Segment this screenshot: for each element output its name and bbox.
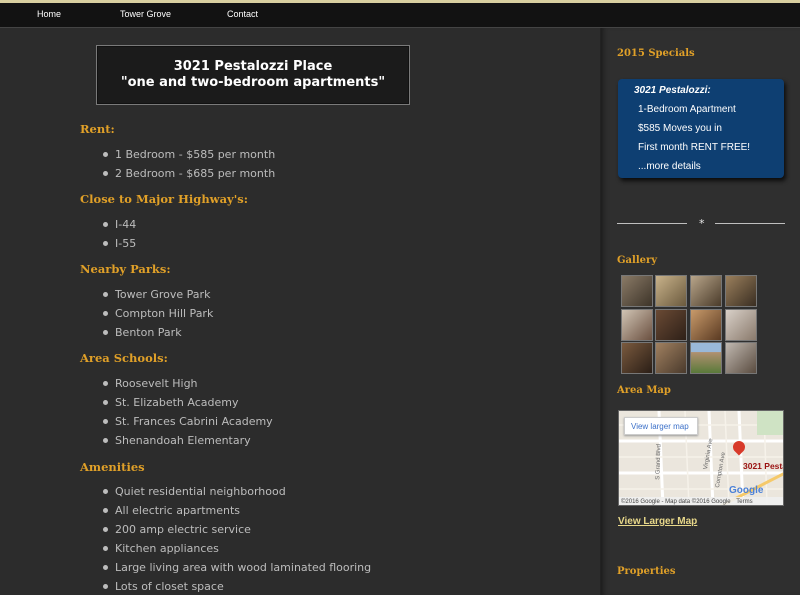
map-street-label: S Grand Blvd bbox=[655, 444, 663, 480]
view-larger-map-link[interactable]: View Larger Map bbox=[618, 516, 697, 527]
nav-contact-link[interactable]: Contact bbox=[227, 9, 258, 19]
bullet-icon bbox=[103, 545, 108, 551]
section-title-highways: Close to Major Highway's: bbox=[80, 192, 248, 206]
list-item: 1 Bedroom - $585 per month bbox=[103, 148, 275, 161]
specials-heading: 3021 Pestalozzi: bbox=[634, 85, 711, 96]
bullet-icon bbox=[103, 418, 108, 424]
divider bbox=[617, 223, 687, 224]
list-item: I-55 bbox=[103, 237, 136, 250]
bullet-icon bbox=[103, 221, 108, 227]
gallery-thumbnail[interactable] bbox=[621, 309, 653, 341]
sidebar: 2015 Specials 3021 Pestalozzi: 1-Bedroom… bbox=[600, 28, 800, 595]
bullet-icon bbox=[103, 170, 108, 176]
map-footer: ©2016 Google - Map data ©2016 Google Ter… bbox=[619, 497, 783, 505]
section-title-schools: Area Schools: bbox=[80, 351, 168, 365]
section-title-parks: Nearby Parks: bbox=[80, 262, 171, 276]
bullet-icon bbox=[103, 240, 108, 246]
list-item: 2 Bedroom - $685 per month bbox=[103, 167, 275, 180]
bullet-icon bbox=[103, 329, 108, 335]
page-subtitle: "one and two-bedroom apartments" bbox=[120, 75, 386, 90]
divider-star-icon: * bbox=[699, 217, 705, 230]
gallery-thumbnail[interactable] bbox=[690, 275, 722, 307]
main-content: 3021 Pestalozzi Place "one and two-bedro… bbox=[0, 28, 600, 595]
gallery-thumbnail[interactable] bbox=[621, 342, 653, 374]
bullet-icon bbox=[103, 380, 108, 386]
bullet-icon bbox=[103, 526, 108, 532]
divider bbox=[715, 223, 785, 224]
specials-line-1: 1-Bedroom Apartment bbox=[638, 104, 736, 115]
bullet-icon bbox=[103, 564, 108, 570]
list-item: I-44 bbox=[103, 218, 136, 231]
list-item: Large living area with wood laminated fl… bbox=[103, 561, 371, 574]
properties-title: Properties bbox=[617, 566, 676, 577]
bullet-icon bbox=[103, 437, 108, 443]
top-nav-bar: Home Tower Grove Contact bbox=[0, 0, 800, 28]
gallery-thumbnail[interactable] bbox=[725, 275, 757, 307]
nav-home-link[interactable]: Home bbox=[37, 9, 61, 19]
page-title: 3021 Pestalozzi Place bbox=[173, 59, 333, 74]
gallery-thumbnail[interactable] bbox=[725, 309, 757, 341]
list-item: Quiet residential neighborhood bbox=[103, 485, 286, 498]
bullet-icon bbox=[103, 399, 108, 405]
gallery-thumbnail[interactable] bbox=[655, 309, 687, 341]
list-item: Benton Park bbox=[103, 326, 182, 339]
specials-line-2: $585 Moves you in bbox=[638, 123, 722, 134]
bullet-icon bbox=[103, 507, 108, 513]
area-map[interactable]: View larger map 3021 Pestal S Grand Blvd… bbox=[618, 410, 784, 506]
list-item: Tower Grove Park bbox=[103, 288, 210, 301]
list-item: Lots of closet space bbox=[103, 580, 224, 593]
area-map-title: Area Map bbox=[617, 385, 671, 396]
specials-title: 2015 Specials bbox=[617, 48, 695, 59]
section-title-amenities: Amenities bbox=[80, 460, 145, 474]
list-item: Roosevelt High bbox=[103, 377, 198, 390]
gallery-title: Gallery bbox=[617, 255, 658, 266]
view-larger-map-button[interactable]: View larger map bbox=[624, 417, 698, 435]
section-title-rent: Rent: bbox=[80, 122, 115, 136]
list-item: All electric apartments bbox=[103, 504, 240, 517]
list-item: St. Frances Cabrini Academy bbox=[103, 415, 273, 428]
nav-tower-grove-link[interactable]: Tower Grove bbox=[120, 9, 171, 19]
google-logo: Google bbox=[729, 485, 764, 496]
list-item: Shenandoah Elementary bbox=[103, 434, 251, 447]
list-item: St. Elizabeth Academy bbox=[103, 396, 239, 409]
gallery-thumbnail[interactable] bbox=[655, 275, 687, 307]
bullet-icon bbox=[103, 583, 108, 589]
map-terms-link[interactable]: Terms bbox=[736, 499, 752, 505]
bullet-icon bbox=[103, 310, 108, 316]
map-pin-label: 3021 Pestal bbox=[743, 461, 783, 471]
list-item: Kitchen appliances bbox=[103, 542, 219, 555]
gallery-thumbnail[interactable] bbox=[690, 342, 722, 374]
gallery-thumbnail[interactable] bbox=[621, 275, 653, 307]
gallery-thumbnail[interactable] bbox=[725, 342, 757, 374]
bullet-icon bbox=[103, 291, 108, 297]
bullet-icon bbox=[103, 151, 108, 157]
bullet-icon bbox=[103, 488, 108, 494]
list-item: 200 amp electric service bbox=[103, 523, 251, 536]
specials-line-3: First month RENT FREE! bbox=[638, 142, 751, 153]
gallery-thumbnail[interactable] bbox=[690, 309, 722, 341]
specials-more-link[interactable]: ...more details bbox=[638, 161, 701, 172]
gallery-thumbnail[interactable] bbox=[655, 342, 687, 374]
map-attribution: ©2016 Google - Map data ©2016 Google bbox=[621, 499, 731, 505]
list-item: Compton Hill Park bbox=[103, 307, 213, 320]
page-title-box: 3021 Pestalozzi Place "one and two-bedro… bbox=[96, 45, 410, 105]
specials-box[interactable]: 3021 Pestalozzi: 1-Bedroom Apartment $58… bbox=[618, 79, 784, 178]
